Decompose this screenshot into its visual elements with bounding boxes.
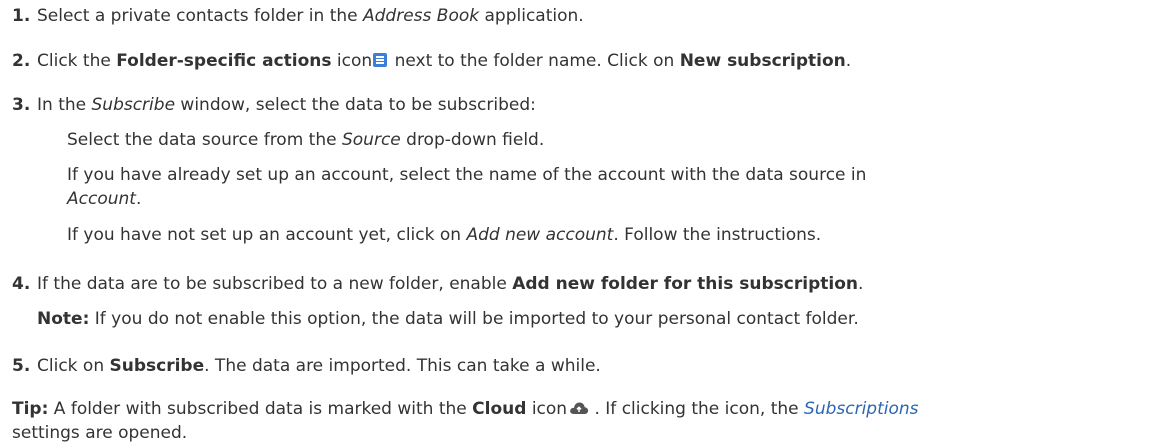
app-name-address-book: Address Book — [363, 6, 480, 26]
tip-label: Tip: — [12, 399, 49, 419]
step-number: 1. — [12, 6, 31, 26]
step-number: 2. — [12, 51, 31, 71]
step-number: 3. — [12, 95, 31, 115]
note-label: Note: — [37, 309, 90, 329]
step-number: 5. — [12, 356, 31, 376]
step-number: 4. — [12, 274, 31, 294]
subscriptions-link[interactable]: Subscriptions — [804, 399, 918, 419]
cloud-icon — [570, 402, 589, 414]
folder-actions-menu-icon — [373, 53, 388, 67]
